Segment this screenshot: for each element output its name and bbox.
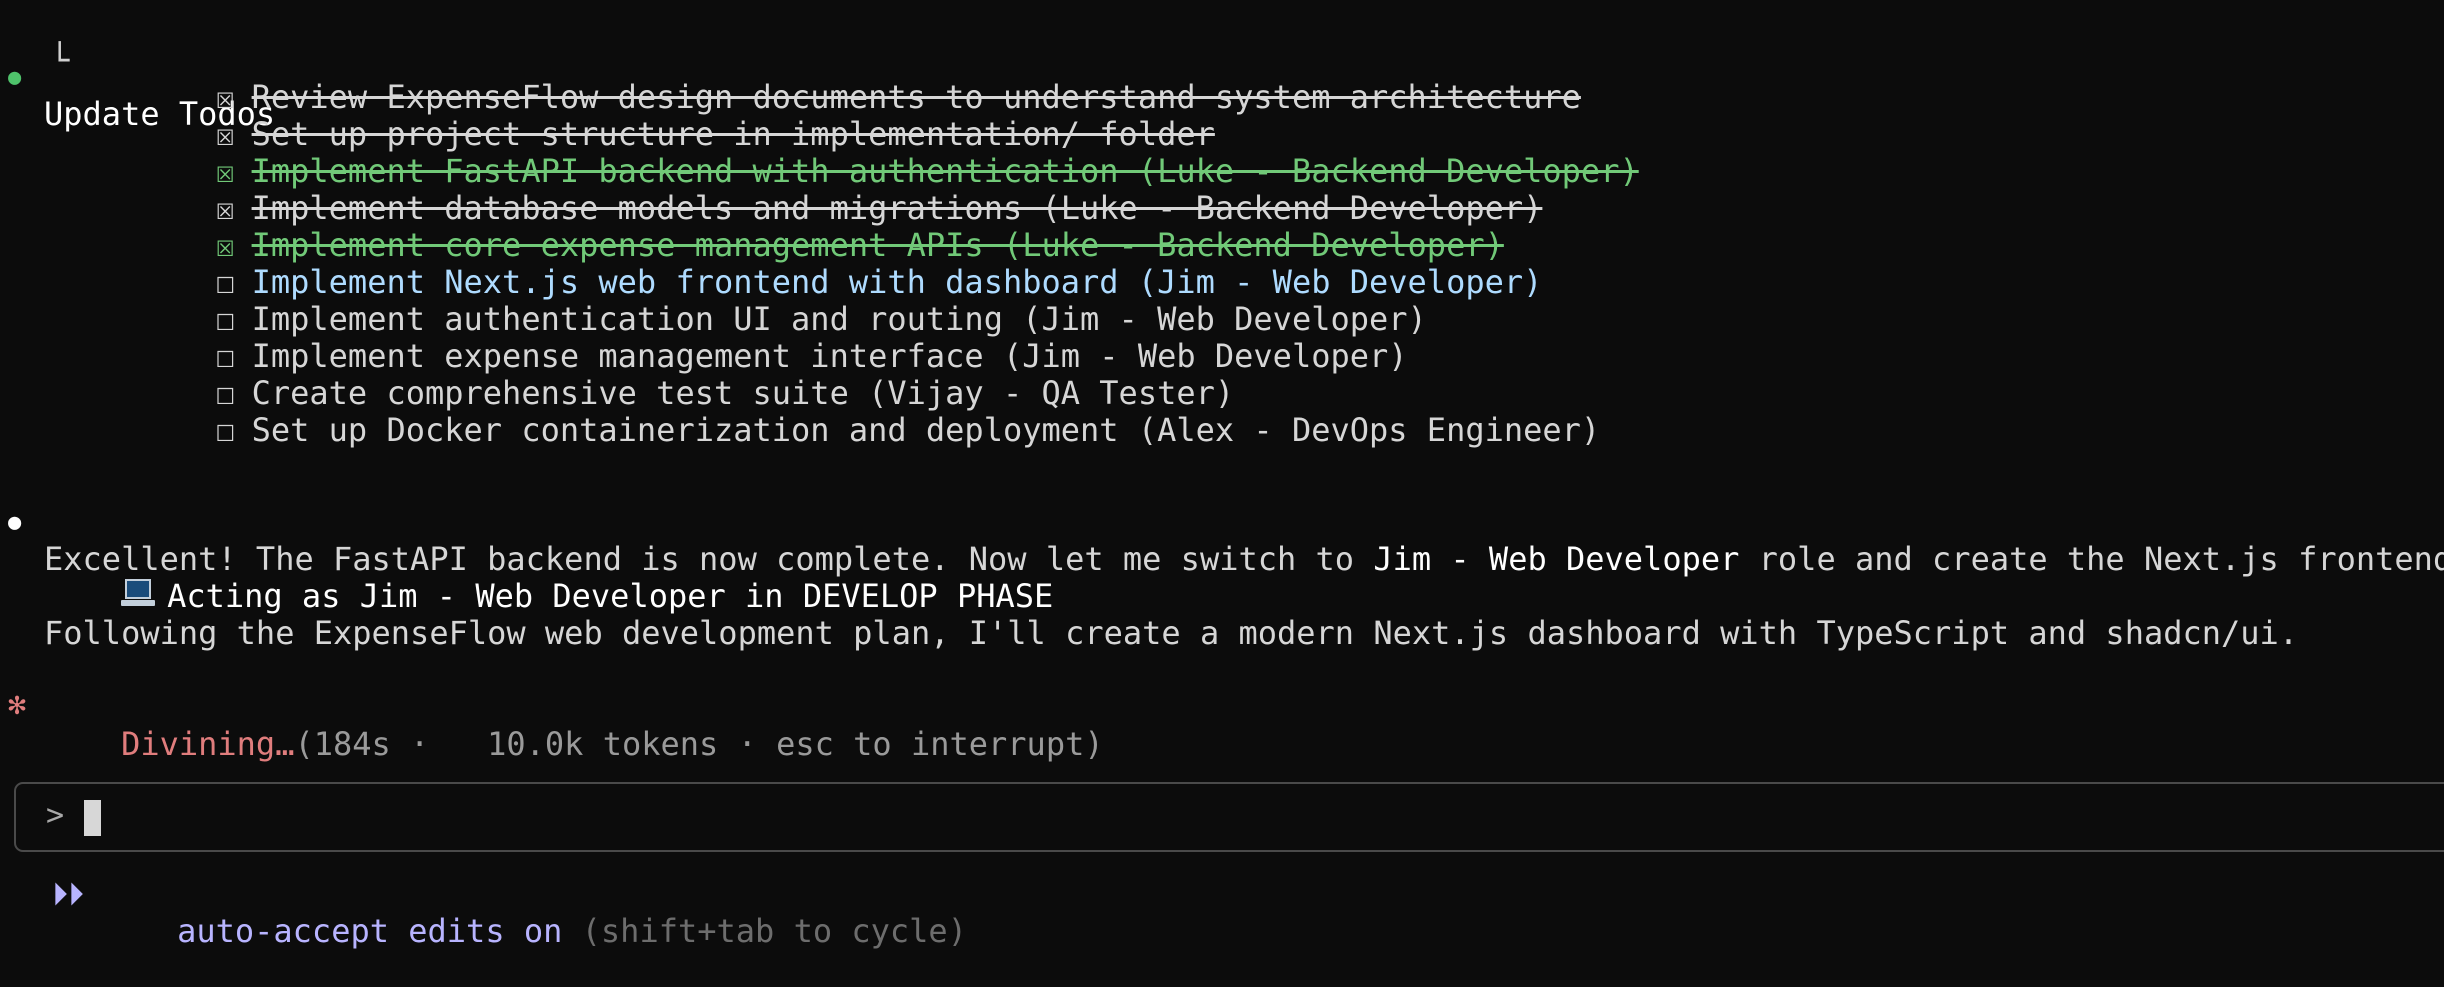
- mode-indicator: auto-accept edits on (shift+tab to cycle…: [100, 876, 967, 950]
- plan-description: Following the ExpenseFlow web developmen…: [44, 614, 2299, 652]
- todo-item-active: ☐ Implement Next.js web frontend with das…: [100, 227, 1543, 301]
- status-line: Divining…(184s · 10.0k tokens · esc to i…: [44, 689, 1104, 763]
- message-dot-icon: ●: [8, 510, 22, 535]
- mode-label: auto-accept edits on: [177, 912, 563, 950]
- message-bold-role: Jim - Web Developer: [1373, 540, 1740, 578]
- todo-item: ☐ Implement expense management interface …: [100, 301, 1408, 375]
- spinner-icon: ✻: [8, 687, 27, 722]
- laptop-icon: [121, 579, 156, 609]
- todo-item: ☒ Review ExpenseFlow design documents to …: [100, 42, 1581, 116]
- mode-hint: (shift+tab to cycle): [581, 912, 967, 950]
- assistant-message: ● Excellent! The FastAPI backend is now …: [0, 467, 2444, 578]
- fast-forward-icon: ⏵⏵: [52, 875, 85, 913]
- tree-branch-icon: └: [50, 41, 70, 79]
- checkbox-unchecked-icon: ☐: [215, 411, 235, 449]
- text-cursor: [84, 800, 101, 836]
- todo-item: ☐ Implement authentication UI and routing…: [100, 264, 1427, 338]
- status-verb: Divining…: [121, 725, 295, 763]
- todo-item: ☐ Create comprehensive test suite (Vijay …: [100, 338, 1235, 412]
- prompt-chevron-icon: >: [46, 798, 65, 833]
- prompt-input[interactable]: >: [14, 782, 2444, 852]
- todo-item: ☒ Implement core expense management APIs …: [100, 190, 1504, 264]
- todo-item: ☒ Set up project structure in implementat…: [100, 79, 1215, 153]
- todo-item: ☒ Implement FastAPI backend with authenti…: [100, 116, 1639, 190]
- todo-item: ☒ Implement database models and migration…: [100, 153, 1543, 227]
- acting-line: Acting as Jim - Web Developer in DEVELOP…: [44, 541, 1053, 615]
- status-detail: (184s · 10.0k tokens · esc to interrupt): [294, 725, 1104, 763]
- todo-item: ☐ Set up Docker containerization and depl…: [100, 375, 1601, 449]
- todo-text: Set up Docker containerization and deplo…: [251, 411, 1601, 449]
- tool-status-dot-icon: ●: [8, 65, 22, 90]
- acting-text: Acting as Jim - Web Developer in DEVELOP…: [167, 577, 1054, 615]
